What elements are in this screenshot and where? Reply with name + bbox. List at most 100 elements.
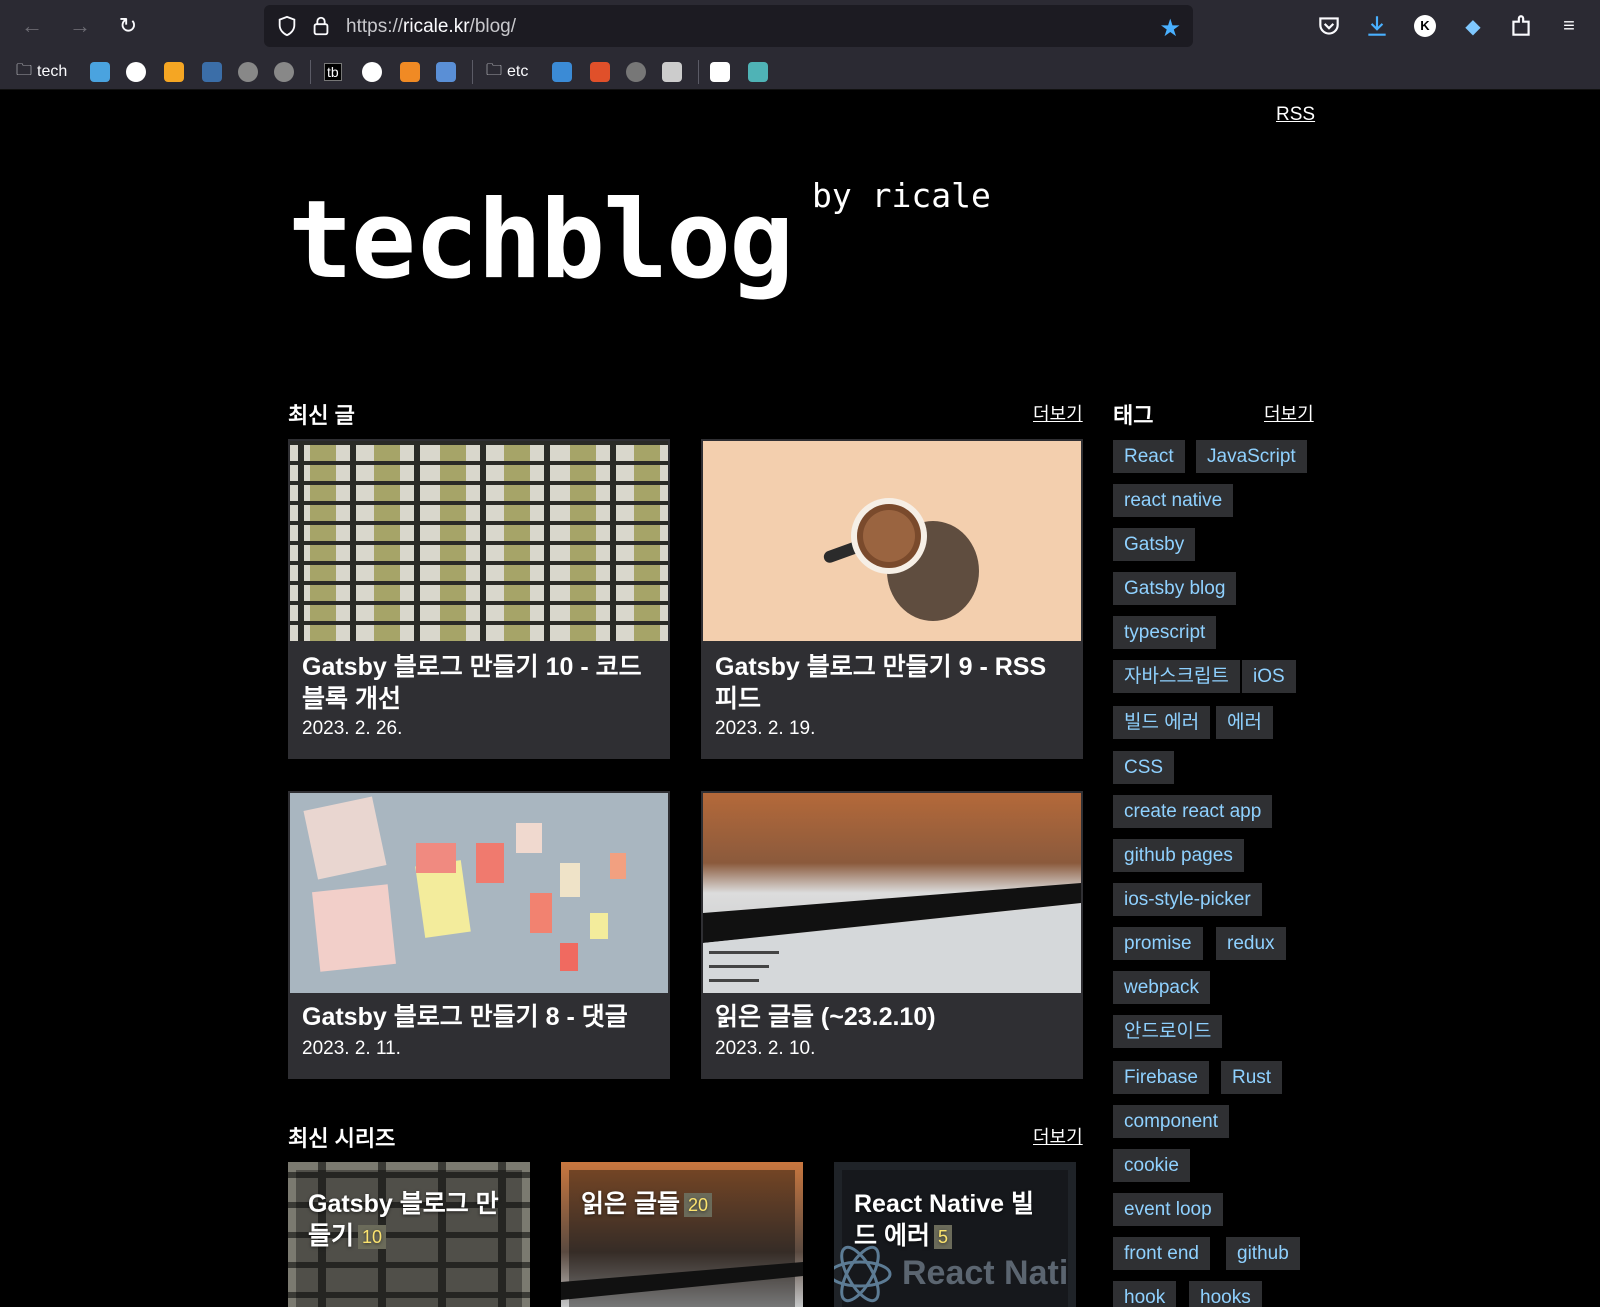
address-bar[interactable]: https://ricale.kr/blog/ ★ [264,5,1193,47]
post-title[interactable]: 읽은 글들 (~23.2.10) [715,1001,1065,1033]
bookmark-item[interactable] [164,61,184,83]
series-title[interactable]: React Native 빌드 에러 5 [854,1188,1054,1252]
bookmark-item[interactable] [90,61,110,83]
tag-cookie[interactable]: cookie [1113,1149,1190,1182]
bookmark-item[interactable] [590,61,610,83]
latest-series-more-link[interactable]: 더보기 [1033,1123,1083,1149]
extensions-icon[interactable] [1508,13,1534,39]
url-text[interactable]: https://ricale.kr/blog/ [346,16,516,38]
series-count-badge: 5 [933,1225,952,1250]
post-date: 2023. 2. 19. [715,718,816,739]
bookmark-item[interactable] [662,61,682,83]
lock-icon[interactable] [310,15,332,37]
bookmark-item[interactable] [274,61,294,83]
bookmark-separator [310,60,311,84]
page-content: RSS techblog by ricale 최신 글 더보기 Gatsby 블… [0,90,1600,1307]
bookmark-item[interactable] [748,61,768,83]
account-avatar-icon[interactable]: K [1412,13,1438,39]
post-card[interactable]: Gatsby 블로그 만들기 9 - RSS 피드 2023. 2. 19. [701,439,1083,759]
post-title[interactable]: Gatsby 블로그 만들기 9 - RSS 피드 [715,651,1065,715]
series-card[interactable]: Gatsby 블로그 만들기 10 [288,1162,530,1307]
tag-hook[interactable]: hook [1113,1281,1177,1307]
bookmark-item[interactable] [238,61,258,83]
shield-icon[interactable] [276,15,298,37]
back-icon[interactable]: ← [18,12,46,40]
bookmark-tb-label: tb [324,63,342,81]
menu-icon[interactable]: ≡ [1556,13,1582,39]
tag-javascript-ko[interactable]: 자바스크립트 [1113,660,1240,693]
series-watermark-text: React Nati [902,1254,1069,1292]
tags-more-link[interactable]: 더보기 [1264,400,1314,426]
store-icon [436,62,456,82]
bookmark-item[interactable] [552,61,572,83]
pocket-icon[interactable] [1316,13,1342,39]
series-card[interactable]: 읽은 글들 20 [561,1162,803,1307]
tag-redux[interactable]: redux [1216,927,1286,960]
download-icon[interactable] [1364,13,1390,39]
tag-build-error[interactable]: 빌드 에러 [1113,706,1211,739]
series-title[interactable]: 읽은 글들 20 [581,1188,781,1220]
tag-front-end[interactable]: front end [1113,1237,1210,1270]
post-thumbnail-apartments [290,441,668,641]
bookmark-item[interactable] [626,61,646,83]
bookmark-item[interactable] [202,61,222,83]
chatgpt-icon [748,62,768,82]
bookmark-separator [698,60,699,84]
post-title[interactable]: Gatsby 블로그 만들기 10 - 코드블록 개선 [302,651,652,715]
tag-promise[interactable]: promise [1113,927,1203,960]
tag-create-react-app[interactable]: create react app [1113,795,1273,828]
tag-gatsby[interactable]: Gatsby [1113,528,1196,561]
tag-ios-style-picker[interactable]: ios-style-picker [1113,883,1262,916]
latest-series-title: 최신 시리즈 [288,1126,396,1151]
tag-gatsby-blog[interactable]: Gatsby blog [1113,572,1237,605]
post-date: 2023. 2. 26. [302,718,403,739]
bookmark-folder-tech[interactable]: 🗀 tech [16,61,67,83]
bookmark-item-tb[interactable]: tb [324,61,342,83]
github-icon [126,62,146,82]
bookmark-folder-etc[interactable]: 🗀 etc [486,61,528,83]
tag-css[interactable]: CSS [1113,751,1175,784]
tag-typescript[interactable]: typescript [1113,616,1217,649]
post-title[interactable]: Gatsby 블로그 만들기 8 - 댓글 [302,1001,652,1033]
tag-error[interactable]: 에러 [1216,706,1273,739]
url-host: ricale.kr [403,16,470,37]
tag-ios[interactable]: iOS [1242,660,1296,693]
latest-posts-more-link[interactable]: 더보기 [1033,400,1083,426]
series-title[interactable]: Gatsby 블로그 만들기 10 [308,1188,508,1252]
tag-github-pages[interactable]: github pages [1113,839,1244,872]
bolt-icon [552,62,572,82]
site-logo[interactable]: techblog [288,178,794,303]
bookmark-item[interactable] [436,61,456,83]
bookmark-item[interactable] [126,61,146,83]
bookmark-item[interactable] [362,61,382,83]
tag-github[interactable]: github [1226,1237,1300,1270]
apple-icon [274,62,294,82]
post-card[interactable]: Gatsby 블로그 만들기 10 - 코드블록 개선 2023. 2. 26. [288,439,670,759]
series-card[interactable]: React Nati React Native 빌드 에러 5 [834,1162,1076,1307]
tag-javascript[interactable]: JavaScript [1196,440,1307,473]
tag-rust[interactable]: Rust [1221,1061,1283,1094]
gem-extension-icon[interactable]: ◆ [1460,13,1486,39]
tag-firebase[interactable]: Firebase [1113,1061,1209,1094]
forward-icon[interactable]: → [66,12,94,40]
tag-react[interactable]: React [1113,440,1185,473]
browser-toolbar: ← → ↻ https://ricale.kr/blog/ ★ K ◆ ≡ [0,0,1600,52]
stack-icon [590,62,610,82]
bookmark-item[interactable] [710,61,730,83]
post-date: 2023. 2. 11. [302,1038,401,1059]
bookmark-item[interactable] [400,61,420,83]
tag-webpack[interactable]: webpack [1113,971,1210,1004]
tag-react-native[interactable]: react native [1113,484,1234,517]
post-card[interactable]: 읽은 글들 (~23.2.10) 2023. 2. 10. [701,791,1083,1079]
tag-hooks[interactable]: hooks [1189,1281,1262,1307]
tag-android[interactable]: 안드로이드 [1113,1015,1223,1048]
frame-icon [90,62,110,82]
post-card[interactable]: Gatsby 블로그 만들기 8 - 댓글 2023. 2. 11. [288,791,670,1079]
reload-icon[interactable]: ↻ [114,12,142,40]
bookmark-star-icon[interactable]: ★ [1159,14,1181,43]
series-count-badge: 20 [683,1193,712,1218]
tags-title: 태그 [1113,403,1154,428]
rss-link[interactable]: RSS [1276,104,1315,126]
tag-component[interactable]: component [1113,1105,1230,1138]
tag-event-loop[interactable]: event loop [1113,1193,1223,1226]
